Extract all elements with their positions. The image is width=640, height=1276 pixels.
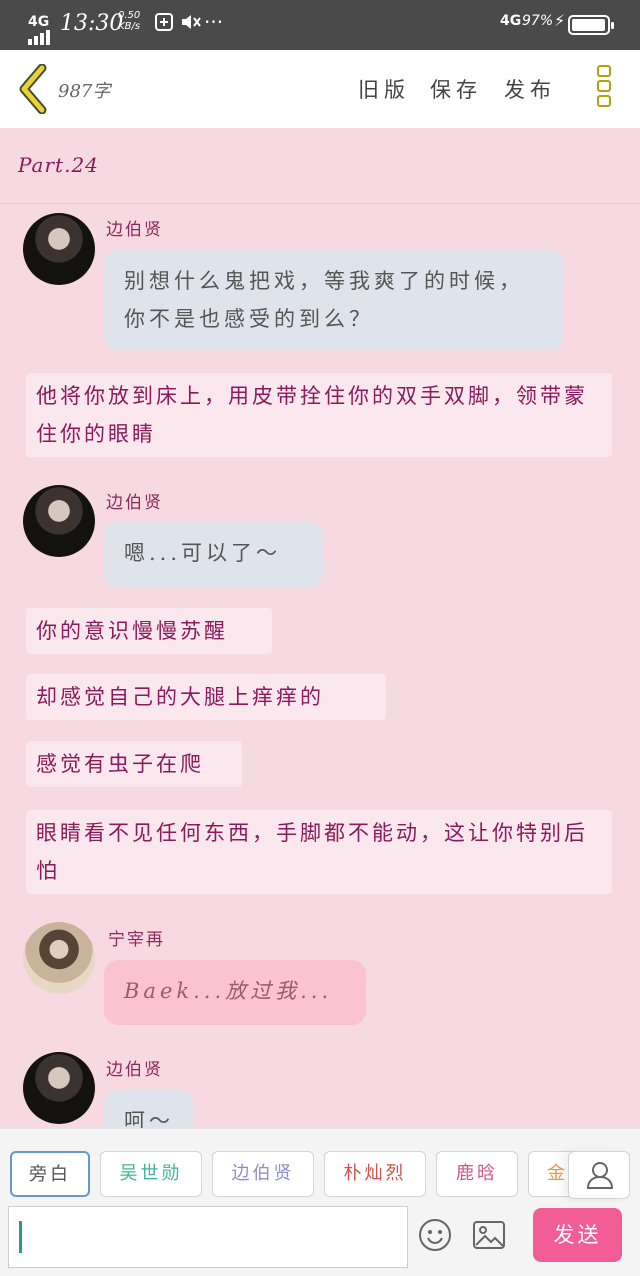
character-name: 边伯贤: [106, 493, 163, 513]
role-selector: 旁白 吴世勋 边伯贤 朴灿烈 鹿晗 金: [0, 1151, 640, 1199]
network-right-label: 4G: [500, 13, 522, 29]
dialog-bubble[interactable]: Baek...放过我...: [104, 960, 366, 1025]
back-arrow-icon: [19, 63, 47, 115]
narration-block[interactable]: 感觉有虫子在爬: [26, 741, 242, 787]
narration-block[interactable]: 眼睛看不见任何东西，手脚都不能动，这让你特别后怕: [26, 810, 612, 894]
narration-block[interactable]: 却感觉自己的大腿上痒痒的: [26, 674, 386, 720]
narration-block[interactable]: 他将你放到床上，用皮带拴住你的双手双脚，领带蒙住你的眼睛: [26, 373, 612, 457]
more-status-icon: ···: [204, 10, 224, 34]
clock: 13:30: [60, 11, 124, 36]
network-speed: 0.50 KB/s: [118, 10, 141, 32]
battery-percent: 97%: [522, 13, 554, 29]
mute-icon: [180, 12, 202, 37]
divider: [0, 203, 640, 204]
send-button[interactable]: 发送: [533, 1208, 622, 1262]
chapter-title: Part.24: [18, 153, 99, 177]
word-count: 987字: [58, 81, 111, 102]
smiley-icon[interactable]: [418, 1218, 452, 1252]
character-name: 宁宰再: [108, 930, 165, 950]
old-version-button[interactable]: 旧版: [358, 74, 410, 104]
avatar[interactable]: [23, 922, 95, 994]
battery-icon: [568, 15, 614, 35]
character-name: 边伯贤: [106, 1060, 163, 1080]
save-button[interactable]: 保存: [430, 74, 482, 104]
charging-icon: ⚡: [554, 11, 566, 30]
editor-toolbar: 987字 旧版 保存 发布: [0, 50, 640, 128]
avatar[interactable]: [23, 1052, 95, 1124]
narration-block[interactable]: 你的意识慢慢苏醒: [26, 608, 272, 654]
avatar[interactable]: [23, 485, 95, 557]
character-name: 边伯贤: [106, 220, 163, 240]
role-chip[interactable]: 朴灿烈: [324, 1151, 426, 1197]
screenshot-icon: [154, 12, 174, 37]
role-chip[interactable]: 鹿晗: [436, 1151, 518, 1197]
composer-panel: 旁白 吴世勋 边伯贤 朴灿烈 鹿晗 金 发送: [0, 1128, 640, 1276]
text-caret: [19, 1221, 22, 1253]
menu-icon: [594, 65, 614, 107]
message-input[interactable]: [8, 1206, 408, 1268]
role-chip[interactable]: 吴世勋: [100, 1151, 202, 1197]
dialog-bubble[interactable]: 嗯...可以了～: [104, 522, 323, 587]
back-button[interactable]: [16, 63, 50, 115]
signal-icon: [28, 26, 52, 45]
person-icon: [586, 1162, 614, 1189]
role-chip[interactable]: 边伯贤: [212, 1151, 314, 1197]
role-chip-narrator[interactable]: 旁白: [10, 1151, 90, 1197]
add-role-button[interactable]: [568, 1151, 630, 1199]
status-bar: 4G 13:30 0.50 KB/s ··· 4G 97% ⚡: [0, 0, 640, 50]
dialog-bubble[interactable]: 别想什么鬼把戏，等我爽了的时候，你不是也感受的到么？: [104, 250, 564, 350]
avatar[interactable]: [23, 213, 95, 285]
menu-button[interactable]: [594, 65, 614, 113]
publish-button[interactable]: 发布: [504, 74, 556, 104]
image-icon[interactable]: [472, 1220, 506, 1250]
